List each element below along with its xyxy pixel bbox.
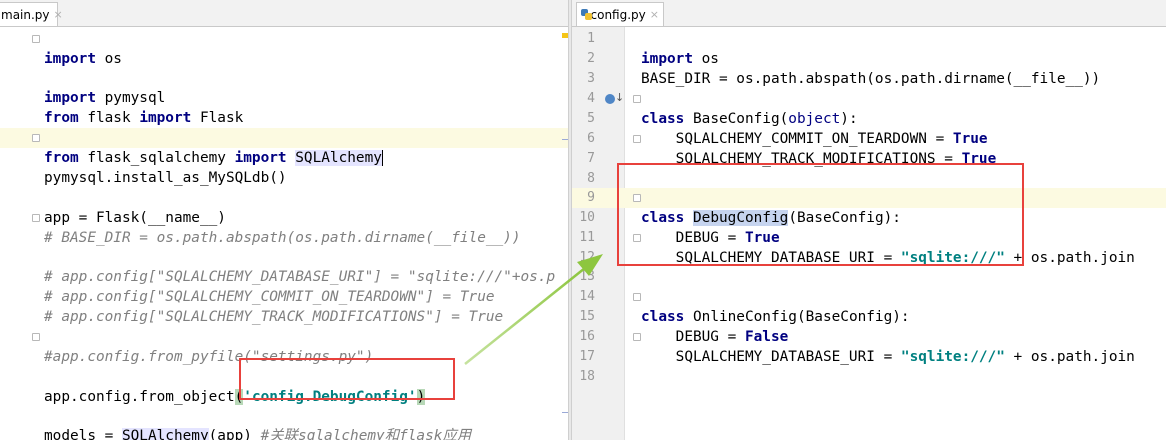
code-line: app = Flask(__name__) bbox=[44, 210, 226, 226]
line-number: 3 bbox=[587, 71, 595, 86]
code-line: import os bbox=[44, 51, 122, 67]
close-icon[interactable]: × bbox=[650, 4, 659, 26]
fold-marker-icon[interactable] bbox=[633, 135, 641, 143]
left-code-area[interactable]: import os import pymysql from flask impo… bbox=[0, 27, 568, 440]
fold-marker-icon[interactable] bbox=[32, 333, 40, 341]
line-number: 15 bbox=[579, 309, 595, 324]
line-number: 9 bbox=[587, 190, 595, 205]
close-icon[interactable]: × bbox=[54, 4, 63, 26]
code-line: app.config.from_object('config.DebugConf… bbox=[44, 389, 426, 405]
code-line: models = SQLAlchemy(app) #关联sqlalchemy和f… bbox=[0, 406, 568, 440]
code-line: #app.config.from_pyfile("settings.py") bbox=[44, 349, 374, 365]
fold-marker-icon[interactable] bbox=[32, 35, 40, 43]
line-number: 10 bbox=[579, 210, 595, 225]
line-number: 11 bbox=[579, 230, 595, 245]
right-code-area[interactable]: 1 import os 2 BASE_DIR = os.path.abspath… bbox=[572, 27, 1166, 440]
line-number: 18 bbox=[579, 369, 595, 384]
tab-main-py[interactable]: main.py × bbox=[0, 2, 63, 26]
fold-marker-icon[interactable] bbox=[32, 214, 40, 222]
line-number: 13 bbox=[579, 269, 595, 284]
code-line: import pymysql bbox=[44, 90, 166, 106]
arrow-down-icon: ↓ bbox=[615, 91, 625, 104]
line-number: 12 bbox=[579, 250, 595, 265]
line-number: 5 bbox=[587, 111, 595, 126]
line-number: 8 bbox=[587, 171, 595, 186]
fold-marker-icon[interactable] bbox=[32, 134, 40, 142]
line-number: 1 bbox=[587, 31, 595, 46]
line-number: 17 bbox=[579, 349, 595, 364]
code-line-current: from flask_sqlalchemy import SQLAlchemy bbox=[0, 128, 568, 166]
fold-marker-icon[interactable] bbox=[633, 194, 641, 202]
code-line: # app.config["SQLALCHEMY_COMMIT_ON_TEARD… bbox=[44, 289, 495, 305]
line-number: 2 bbox=[587, 51, 595, 66]
python-file-icon bbox=[581, 9, 592, 20]
tab-config-py[interactable]: config.py × bbox=[576, 2, 664, 26]
code-line: # app.config["SQLALCHEMY_DATABASE_URI"] … bbox=[44, 269, 556, 285]
right-tab-bar: config.py × bbox=[572, 0, 1166, 27]
left-editor-pane[interactable]: main.py × import os import pymysql from … bbox=[0, 0, 568, 440]
code-line: from flask import Flask bbox=[44, 110, 244, 126]
fold-marker-icon[interactable] bbox=[633, 95, 641, 103]
fold-marker-icon[interactable] bbox=[633, 293, 641, 301]
code-line: pymysql.install_as_MySQLdb() bbox=[44, 170, 287, 186]
config-string: 'config.DebugConfig' bbox=[243, 389, 417, 405]
fold-marker-icon[interactable] bbox=[633, 333, 641, 341]
subclass-indicator-icon[interactable] bbox=[605, 94, 615, 104]
tab-label: main.py bbox=[1, 7, 50, 22]
right-editor-pane[interactable]: config.py × 1 import os 2 BASE_DIR = os.… bbox=[572, 0, 1166, 440]
line-number: 14 bbox=[579, 289, 595, 304]
tab-label: config.py bbox=[590, 7, 646, 22]
left-tab-bar: main.py × bbox=[0, 0, 568, 27]
code-line: # app.config["SQLALCHEMY_TRACK_MODIFICAT… bbox=[44, 309, 504, 325]
line-number: 4 bbox=[587, 91, 595, 106]
line-number: 7 bbox=[587, 151, 595, 166]
fold-marker-icon[interactable] bbox=[633, 234, 641, 242]
line-number: 16 bbox=[579, 329, 595, 344]
line-number: 6 bbox=[587, 131, 595, 146]
code-line: # BASE_DIR = os.path.abspath(os.path.dir… bbox=[44, 230, 521, 246]
code-line-current: 9 class DebugConfig(BaseConfig): bbox=[572, 188, 1166, 226]
